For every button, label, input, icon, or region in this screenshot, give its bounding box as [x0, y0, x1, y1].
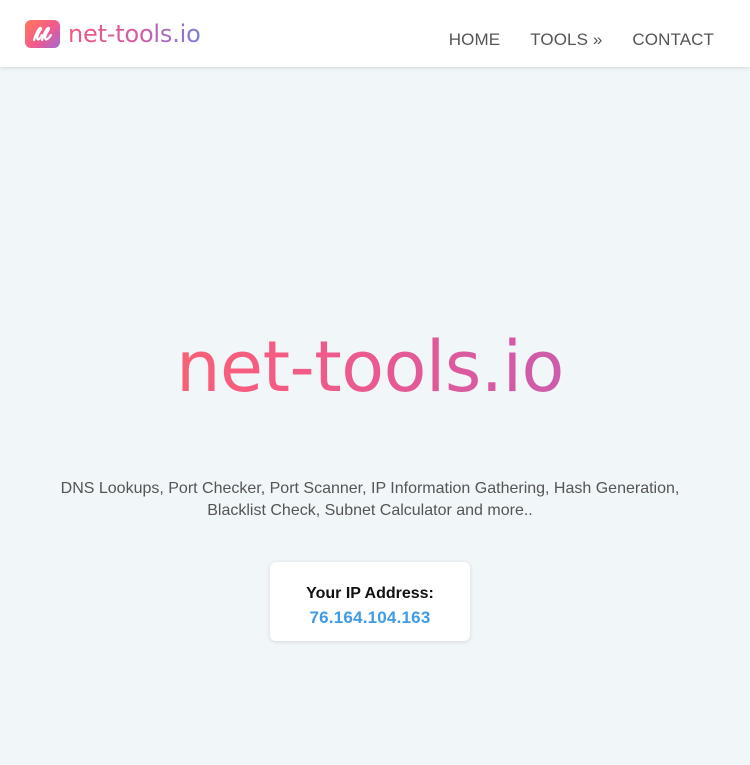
- hero-section: net-tools.io DNS Lookups, Port Checker, …: [0, 67, 750, 765]
- ip-address-label: Your IP Address:: [306, 585, 434, 602]
- nav-tools[interactable]: TOOLS »: [530, 30, 602, 50]
- brand-link[interactable]: net-tools.io: [25, 20, 201, 48]
- net-tools-logo-icon: [25, 20, 60, 48]
- ip-address-card: Your IP Address: 76.164.104.163: [270, 562, 470, 641]
- nav-contact[interactable]: CONTACT: [632, 30, 714, 50]
- brand-name: net-tools.io: [68, 20, 201, 48]
- nav-home[interactable]: HOME: [449, 30, 500, 50]
- main-nav: HOME TOOLS » CONTACT: [419, 0, 714, 80]
- ip-address-value: 76.164.104.163: [309, 608, 431, 627]
- top-navbar: net-tools.io HOME TOOLS » CONTACT: [0, 0, 750, 67]
- hero-subtitle: DNS Lookups, Port Checker, Port Scanner,…: [60, 480, 680, 519]
- hero-title: net-tools.io: [0, 322, 740, 412]
